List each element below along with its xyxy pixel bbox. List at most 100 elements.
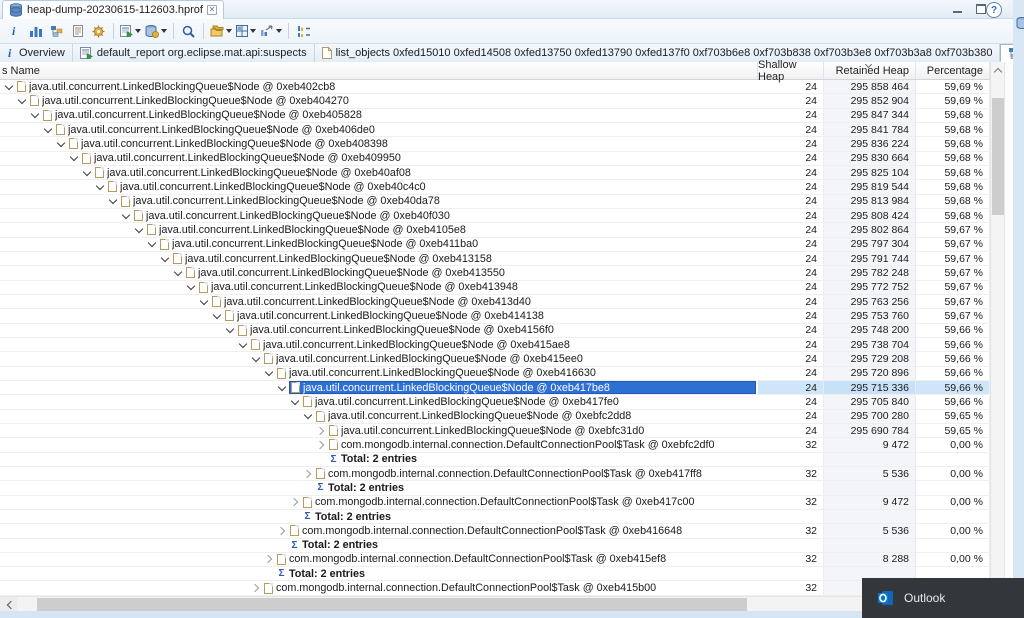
dropdown-arrow-icon[interactable] <box>135 29 141 33</box>
chevron-expanded-icon[interactable] <box>30 110 40 120</box>
chevron-expanded-icon[interactable] <box>303 411 313 421</box>
column-header-retained-heap[interactable]: Retained Heap <box>824 62 916 79</box>
chevron-collapsed-icon[interactable] <box>316 426 326 436</box>
tree-row[interactable]: java.util.concurrent.LinkedBlockingQueue… <box>0 137 990 151</box>
column-header-percentage[interactable]: Percentage <box>916 62 990 79</box>
tree-row[interactable]: com.mongodb.internal.connection.DefaultC… <box>0 553 990 567</box>
tree-row[interactable]: java.util.concurrent.LinkedBlockingQueue… <box>0 109 990 123</box>
tree-row[interactable]: java.util.concurrent.LinkedBlockingQueue… <box>0 195 990 209</box>
tree-row[interactable]: java.util.concurrent.LinkedBlockingQueue… <box>0 123 990 137</box>
tree-row[interactable]: java.util.concurrent.LinkedBlockingQueue… <box>0 410 990 424</box>
editor-tab-heap-dump[interactable]: heap-dump-20230615-112603.hprof ✕ <box>2 0 224 19</box>
tree-row[interactable]: java.util.concurrent.LinkedBlockingQueue… <box>0 367 990 381</box>
tab-overview[interactable]: iOverview <box>0 44 73 62</box>
calculator-button[interactable] <box>234 21 258 42</box>
tree-row[interactable]: java.util.concurrent.LinkedBlockingQueue… <box>0 152 990 166</box>
tree-row[interactable]: java.util.concurrent.LinkedBlockingQueue… <box>0 338 990 352</box>
tab-list_objects[interactable]: list_objects 0xfed15010 0xfed14508 0xfed… <box>315 44 1001 62</box>
chevron-expanded-icon[interactable] <box>108 196 118 206</box>
tree-row[interactable]: java.util.concurrent.LinkedBlockingQueue… <box>0 223 990 237</box>
chevron-expanded-icon[interactable] <box>95 182 105 192</box>
chevron-expanded-icon[interactable] <box>186 282 196 292</box>
search-button[interactable] <box>178 21 199 42</box>
tree-row[interactable]: java.util.concurrent.LinkedBlockingQueue… <box>0 281 990 295</box>
chevron-expanded-icon[interactable] <box>121 211 131 221</box>
chevron-collapsed-icon[interactable] <box>264 554 274 564</box>
query-browser-button[interactable] <box>143 21 169 42</box>
chevron-expanded-icon[interactable] <box>277 383 287 393</box>
chevron-expanded-icon[interactable] <box>290 397 300 407</box>
outlook-notification-popup[interactable]: Outlook <box>862 578 1024 618</box>
minimized-view-icon[interactable] <box>1015 16 1024 30</box>
scroll-left-button[interactable] <box>0 597 17 612</box>
chevron-collapsed-icon[interactable] <box>303 469 313 479</box>
chevron-expanded-icon[interactable] <box>160 254 170 264</box>
dropdown-arrow-icon[interactable] <box>276 29 282 33</box>
oql-button[interactable] <box>67 21 88 42</box>
minimize-button[interactable] <box>950 2 964 14</box>
tree-row[interactable]: com.mongodb.internal.connection.DefaultC… <box>0 438 990 452</box>
chevron-expanded-icon[interactable] <box>238 340 248 350</box>
horizontal-scroll-thumb[interactable] <box>37 598 747 611</box>
tree-row[interactable]: java.util.concurrent.LinkedBlockingQueue… <box>0 352 990 366</box>
chevron-expanded-icon[interactable] <box>147 239 157 249</box>
help-button[interactable]: ? <box>986 2 1002 18</box>
tree-row-total[interactable]: ΣTotal: 2 entries <box>0 567 990 581</box>
tree-row[interactable]: com.mongodb.internal.connection.DefaultC… <box>0 524 990 538</box>
chevron-collapsed-icon[interactable] <box>290 497 300 507</box>
chevron-expanded-icon[interactable] <box>17 96 27 106</box>
tree-row[interactable]: java.util.concurrent.LinkedBlockingQueue… <box>0 94 990 108</box>
chevron-expanded-icon[interactable] <box>134 225 144 235</box>
chevron-collapsed-icon[interactable] <box>277 526 287 536</box>
chevron-expanded-icon[interactable] <box>69 153 79 163</box>
dropdown-arrow-icon[interactable] <box>250 29 256 33</box>
tree-row[interactable]: java.util.concurrent.LinkedBlockingQueue… <box>0 324 990 338</box>
chevron-expanded-icon[interactable] <box>199 297 209 307</box>
vertical-scroll-thumb[interactable] <box>992 98 1004 215</box>
tree-row[interactable]: java.util.concurrent.LinkedBlockingQueue… <box>0 309 990 323</box>
chevron-collapsed-icon[interactable] <box>251 583 261 593</box>
chevron-expanded-icon[interactable] <box>212 311 222 321</box>
run-report-button[interactable] <box>118 21 143 42</box>
group-by-button[interactable] <box>208 21 234 42</box>
tree-row-total[interactable]: ΣTotal: 2 entries <box>0 510 990 524</box>
tree-row[interactable]: com.mongodb.internal.connection.DefaultC… <box>0 496 990 510</box>
column-header-shallow-heap[interactable]: Shallow Heap <box>758 62 824 79</box>
tree-row[interactable]: java.util.concurrent.LinkedBlockingQueue… <box>0 266 990 280</box>
chevron-expanded-icon[interactable] <box>173 268 183 278</box>
horizontal-scrollbar[interactable] <box>0 596 990 611</box>
tree-row[interactable]: java.util.concurrent.LinkedBlockingQueue… <box>0 252 990 266</box>
export-button[interactable] <box>258 21 284 42</box>
tree-row[interactable]: java.util.concurrent.LinkedBlockingQueue… <box>0 381 990 395</box>
tree-row[interactable]: java.util.concurrent.LinkedBlockingQueue… <box>0 395 990 409</box>
tree-row[interactable]: java.util.concurrent.LinkedBlockingQueue… <box>0 295 990 309</box>
tree-row[interactable]: java.util.concurrent.LinkedBlockingQueue… <box>0 209 990 223</box>
chevron-expanded-icon[interactable] <box>4 82 14 92</box>
chevron-expanded-icon[interactable] <box>43 125 53 135</box>
tree-row-total[interactable]: ΣTotal: 2 entries <box>0 481 990 495</box>
info-button[interactable]: i <box>4 21 25 42</box>
tree-row-total[interactable]: ΣTotal: 2 entries <box>0 453 990 467</box>
chevron-expanded-icon[interactable] <box>264 368 274 378</box>
dropdown-arrow-icon[interactable] <box>226 29 232 33</box>
tree-row[interactable]: com.mongodb.internal.connection.DefaultC… <box>0 467 990 481</box>
dropdown-arrow-icon[interactable] <box>161 29 167 33</box>
tab-default_report[interactable]: default_report org.eclipse.mat.api:suspe… <box>73 44 315 62</box>
tree-row[interactable]: java.util.concurrent.LinkedBlockingQueue… <box>0 180 990 194</box>
histogram-button[interactable] <box>25 21 46 42</box>
vertical-scrollbar[interactable] <box>990 62 1004 596</box>
tree-row[interactable]: com.mongodb.internal.connection.DefaultC… <box>0 581 990 595</box>
tree-row[interactable]: java.util.concurrent.LinkedBlockingQueue… <box>0 80 990 94</box>
close-icon[interactable]: ✕ <box>207 5 217 15</box>
chevron-expanded-icon[interactable] <box>82 168 92 178</box>
chevron-expanded-icon[interactable] <box>225 325 235 335</box>
chevron-expanded-icon[interactable] <box>56 139 66 149</box>
scroll-up-button[interactable] <box>991 62 1005 78</box>
chevron-collapsed-icon[interactable] <box>316 440 326 450</box>
chevron-expanded-icon[interactable] <box>251 354 261 364</box>
tree-row-total[interactable]: ΣTotal: 2 entries <box>0 539 990 553</box>
tree-row[interactable]: java.util.concurrent.LinkedBlockingQueue… <box>0 424 990 438</box>
gear-button[interactable] <box>88 21 109 42</box>
column-header-name[interactable]: s Name <box>0 62 758 79</box>
tree-row[interactable]: java.util.concurrent.LinkedBlockingQueue… <box>0 166 990 180</box>
